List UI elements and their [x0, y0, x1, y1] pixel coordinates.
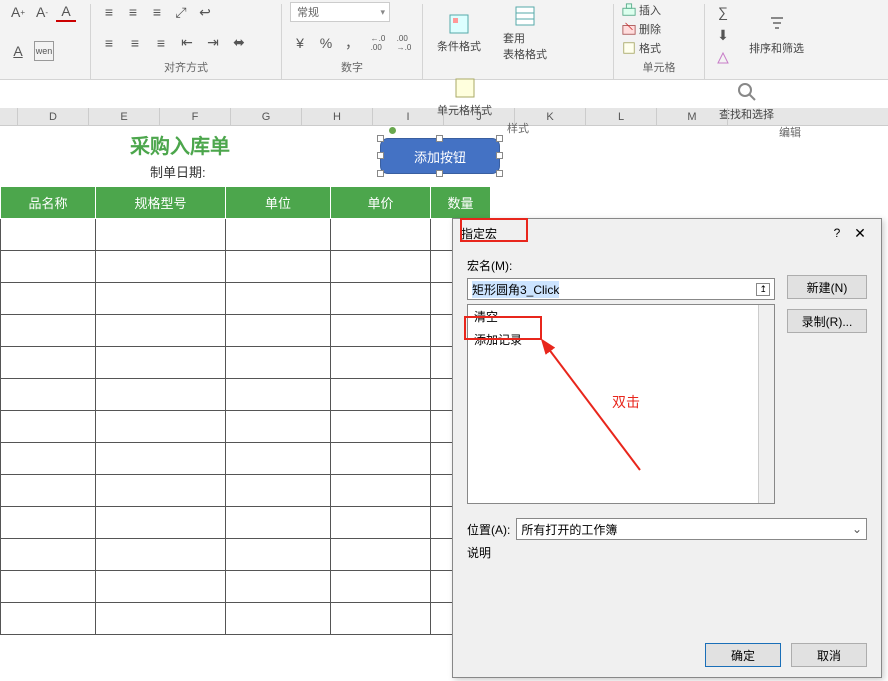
wrap-text-icon[interactable]: ↩	[195, 2, 215, 22]
phonetic-icon[interactable]: wen	[34, 41, 54, 61]
font-color-icon[interactable]: A	[56, 2, 76, 22]
group-cells-label: 单元格	[622, 59, 696, 77]
underline-icon[interactable]: A	[8, 41, 28, 61]
resize-handle[interactable]	[496, 170, 503, 177]
ok-button[interactable]: 确定	[705, 643, 781, 667]
new-macro-button[interactable]: 新建(N)	[787, 275, 867, 299]
table-row[interactable]	[1, 411, 491, 443]
col-header[interactable]: H	[302, 108, 373, 125]
table-row[interactable]	[1, 603, 491, 635]
dialog-title: 指定宏	[461, 225, 827, 242]
table-row[interactable]	[1, 315, 491, 347]
table-format-button[interactable]: 套用 表格格式	[497, 2, 553, 64]
resize-handle[interactable]	[436, 170, 443, 177]
col-header[interactable]: J	[444, 108, 515, 125]
dec-dec-icon[interactable]: .00→.0	[394, 33, 414, 53]
col-header[interactable]: G	[231, 108, 302, 125]
date-label: 制单日期:	[150, 162, 206, 184]
resize-handle[interactable]	[436, 135, 443, 142]
table-row[interactable]	[1, 283, 491, 315]
group-number-label: 数字	[290, 59, 414, 77]
col-header[interactable]: D	[18, 108, 89, 125]
fill-icon[interactable]: ⬇	[713, 25, 733, 45]
conditional-format-button[interactable]: 条件格式	[431, 10, 487, 56]
col-header[interactable]	[0, 108, 18, 125]
group-align-label: 对齐方式	[99, 59, 273, 77]
col-header[interactable]: L	[586, 108, 657, 125]
align-top-icon[interactable]: ≡	[99, 2, 119, 22]
help-button[interactable]: ?	[827, 226, 847, 240]
scrollbar[interactable]	[758, 305, 774, 503]
cancel-button[interactable]: 取消	[791, 643, 867, 667]
location-label: 位置(A):	[467, 521, 510, 538]
resize-handle[interactable]	[377, 152, 384, 159]
location-select[interactable]: 所有打开的工作簿	[516, 518, 867, 540]
col-header[interactable]: I	[373, 108, 444, 125]
macro-name-input[interactable]: 矩形圆角3_Click ↥	[467, 278, 775, 300]
data-table: 品名称 规格型号 单位 单价 数量	[0, 186, 491, 635]
insert-button[interactable]: 插入	[622, 2, 696, 18]
align-center-icon[interactable]: ≡	[125, 33, 145, 53]
sheet-title: 采购入库单	[130, 130, 230, 159]
col-header[interactable]: K	[515, 108, 586, 125]
table-row[interactable]	[1, 443, 491, 475]
th-name: 品名称	[1, 187, 96, 219]
resize-handle[interactable]	[496, 135, 503, 142]
comma-icon[interactable]: ，	[342, 33, 362, 53]
dec-inc-icon[interactable]: ←.0.00	[368, 33, 388, 53]
th-spec: 规格型号	[96, 187, 226, 219]
col-header[interactable]: M	[657, 108, 728, 125]
format-button[interactable]: 格式	[622, 40, 696, 56]
align-middle-icon[interactable]: ≡	[123, 2, 143, 22]
table-row[interactable]	[1, 571, 491, 603]
table-row[interactable]	[1, 347, 491, 379]
align-left-icon[interactable]: ≡	[99, 33, 119, 53]
description-label: 说明	[453, 540, 881, 565]
annotation-text: 双击	[612, 392, 640, 412]
rotate-handle[interactable]	[389, 127, 396, 134]
resize-handle[interactable]	[496, 152, 503, 159]
table-row[interactable]	[1, 475, 491, 507]
delete-button[interactable]: 删除	[622, 21, 696, 37]
number-format-combo[interactable]: 常规	[290, 2, 390, 22]
record-macro-button[interactable]: 录制(R)...	[787, 309, 867, 333]
resize-handle[interactable]	[377, 135, 384, 142]
font-size-inc-icon[interactable]: A+	[8, 2, 28, 22]
indent-dec-icon[interactable]: ⇤	[177, 33, 197, 53]
close-button[interactable]: ✕	[847, 225, 873, 242]
resize-handle[interactable]	[377, 170, 384, 177]
indent-inc-icon[interactable]: ⇥	[203, 33, 223, 53]
autosum-icon[interactable]: ∑	[713, 2, 733, 22]
sort-filter-button[interactable]: 排序和筛选	[743, 12, 810, 58]
merge-icon[interactable]: ⬌	[229, 33, 249, 53]
table-row[interactable]	[1, 539, 491, 571]
font-size-dec-icon[interactable]: A-	[32, 2, 52, 22]
table-row[interactable]	[1, 219, 491, 251]
percent-icon[interactable]: %	[316, 33, 336, 53]
orientation-icon[interactable]: ⤢	[171, 2, 191, 22]
th-qty: 数量	[431, 187, 491, 219]
th-unit: 单位	[226, 187, 331, 219]
table-row[interactable]	[1, 507, 491, 539]
currency-icon[interactable]: ¥	[290, 33, 310, 53]
group-edit-label: 编辑	[713, 124, 867, 142]
clear-icon[interactable]	[713, 48, 733, 68]
macro-item-add-record[interactable]: 添加记录	[468, 328, 774, 351]
col-header[interactable]: F	[160, 108, 231, 125]
col-header[interactable]: E	[89, 108, 160, 125]
macro-name-label: 宏名(M):	[467, 257, 775, 274]
shape-add-button[interactable]: 添加按钮	[380, 138, 500, 174]
table-row[interactable]	[1, 251, 491, 283]
align-bottom-icon[interactable]: ≡	[147, 2, 167, 22]
th-price: 单价	[331, 187, 431, 219]
macro-item-clear[interactable]: 清空	[468, 305, 774, 328]
align-right-icon[interactable]: ≡	[151, 33, 171, 53]
ribbon: A+ A- A A wen ≡ ≡ ≡ ⤢ ↩ ≡ ≡ ≡ ⇤ ⇥ ⬌ 对齐方式	[0, 0, 888, 80]
ref-picker-icon[interactable]: ↥	[756, 283, 770, 296]
table-row[interactable]	[1, 379, 491, 411]
assign-macro-dialog: 指定宏 ? ✕ 宏名(M): 矩形圆角3_Click ↥ 清空 添加记录 新建(…	[452, 218, 882, 678]
